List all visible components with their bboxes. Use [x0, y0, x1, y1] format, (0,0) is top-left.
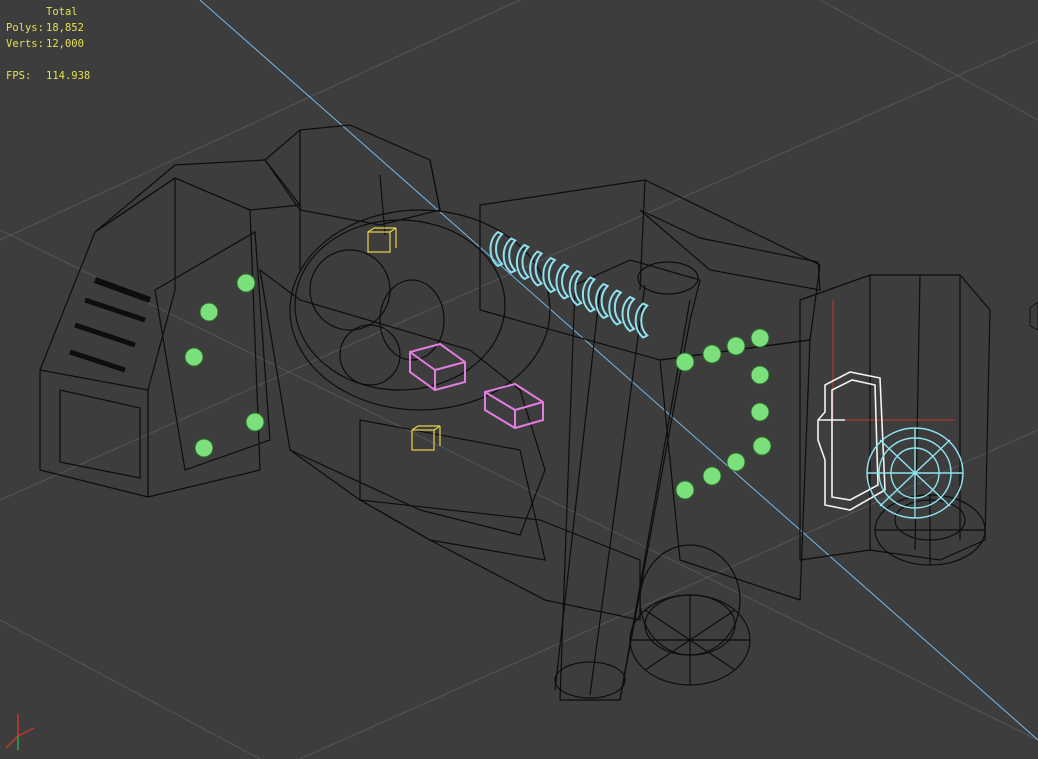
- green-light[interactable]: [675, 352, 695, 372]
- cyan-light-bar[interactable]: [555, 263, 570, 300]
- green-light[interactable]: [236, 273, 256, 293]
- cyan-light-bar[interactable]: [515, 243, 531, 281]
- stats-fps-row: FPS: 114.938: [6, 68, 90, 84]
- green-light[interactable]: [702, 344, 722, 364]
- stats-header: Total: [46, 6, 78, 18]
- stats-spacer: [6, 52, 90, 68]
- green-light[interactable]: [750, 402, 770, 422]
- polys-value: 18,852: [46, 22, 84, 34]
- polys-label: Polys:: [6, 22, 44, 34]
- ground-grid: [0, 0, 1038, 759]
- pivot-gizmo: [832, 300, 955, 421]
- green-light[interactable]: [750, 365, 770, 385]
- white-door-handle[interactable]: [817, 371, 886, 511]
- green-light[interactable]: [750, 328, 770, 348]
- viewport-statistics: Total Polys: 18,852 Verts: 12,000 FPS: 1…: [6, 4, 90, 84]
- cyan-light-bar[interactable]: [608, 289, 623, 326]
- axis-tripod-icon: [5, 714, 35, 750]
- wireframe-scene[interactable]: [0, 0, 1038, 759]
- verts-label: Verts:: [6, 38, 44, 50]
- green-light[interactable]: [702, 466, 722, 486]
- fps-value: 114.938: [46, 70, 91, 82]
- cyan-torus[interactable]: [866, 427, 964, 519]
- cyan-light-bar[interactable]: [489, 230, 504, 268]
- green-light[interactable]: [245, 412, 265, 432]
- green-light[interactable]: [184, 347, 204, 367]
- stats-polys-row: Polys: 18,852: [6, 20, 90, 36]
- green-light[interactable]: [726, 336, 746, 356]
- cyan-light-bar[interactable]: [568, 269, 583, 307]
- offscreen-object-marker: [1029, 301, 1038, 331]
- cyan-light-bar[interactable]: [581, 276, 597, 313]
- cyan-light-bar[interactable]: [529, 250, 544, 287]
- camera-target-line: [199, 0, 1038, 741]
- helper-boxes[interactable]: [367, 227, 441, 451]
- magenta-selection-boxes[interactable]: [409, 342, 544, 430]
- green-light[interactable]: [726, 452, 746, 472]
- viewport[interactable]: Total Polys: 18,852 Verts: 12,000 FPS: 1…: [0, 0, 1038, 759]
- cyan-light-bar[interactable]: [542, 256, 557, 294]
- green-light[interactable]: [675, 480, 695, 500]
- fps-label: FPS:: [6, 70, 32, 82]
- green-light[interactable]: [194, 438, 214, 458]
- stats-verts-row: Verts: 12,000: [6, 36, 90, 52]
- cyan-light-bar[interactable]: [502, 237, 517, 274]
- green-light[interactable]: [752, 436, 772, 456]
- cyan-light-bar[interactable]: [621, 295, 636, 333]
- verts-value: 12,000: [46, 38, 84, 50]
- green-light[interactable]: [199, 302, 219, 322]
